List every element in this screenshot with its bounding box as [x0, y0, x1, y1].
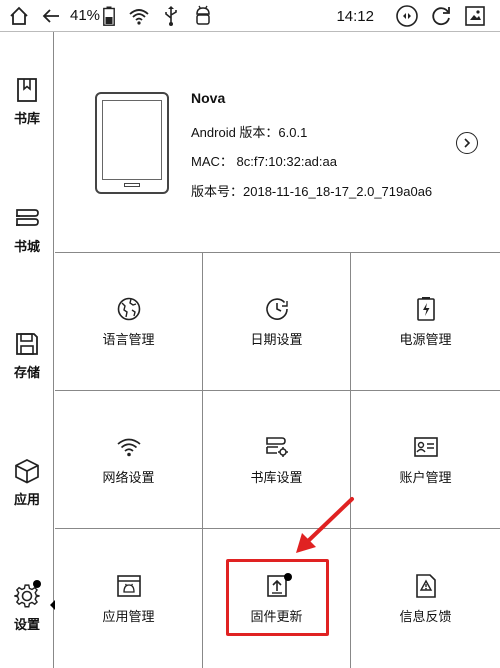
app-management-label: 应用管理: [102, 609, 155, 624]
volume-icon[interactable]: [394, 3, 420, 29]
chevron-right-icon[interactable]: [456, 132, 478, 154]
power-management-label: 电源管理: [399, 332, 452, 347]
sidebar-item-label: 书城: [13, 239, 40, 254]
feedback-label: 信息反馈: [399, 609, 452, 624]
pointer-arrow-icon: [296, 497, 354, 553]
library-icon: [12, 74, 42, 106]
battery-percent: 41%: [70, 7, 101, 24]
library-settings-label: 书库设置: [250, 470, 303, 485]
sidebar-item-label: 书库: [13, 111, 40, 126]
notification-dot: [33, 580, 41, 588]
device-image: [95, 92, 169, 194]
language-icon: [115, 295, 143, 323]
power-icon: [412, 295, 440, 323]
library-settings-icon: [263, 433, 291, 461]
network-settings-button[interactable]: 网络设置: [55, 391, 203, 529]
language-settings-button[interactable]: 语言管理: [55, 253, 203, 391]
storage-icon: [12, 328, 42, 360]
status-bar: 41% 14:12: [0, 0, 500, 32]
date-settings-label: 日期设置: [250, 332, 303, 347]
sidebar-item-bookstore[interactable]: 书城: [0, 202, 54, 272]
battery-icon: [102, 3, 116, 29]
sidebar-item-settings[interactable]: 设置: [0, 580, 55, 650]
android-icon: [190, 3, 216, 29]
power-management-button[interactable]: 电源管理: [351, 253, 500, 391]
screenshot-icon[interactable]: [462, 3, 488, 29]
account-icon: [412, 433, 440, 461]
highlight-box: [226, 559, 329, 636]
app-management-button[interactable]: 应用管理: [55, 529, 203, 668]
app-management-icon: [115, 572, 143, 600]
android-version: Android 版本：6.0.1: [191, 125, 308, 140]
sidebar-item-storage[interactable]: 存储: [0, 328, 54, 398]
feedback-icon: [412, 572, 440, 600]
sidebar-item-label: 设置: [13, 617, 40, 632]
language-settings-label: 语言管理: [102, 332, 155, 347]
sidebar-item-library[interactable]: 书库: [0, 74, 54, 144]
sidebar-item-apps[interactable]: 应用: [0, 455, 54, 525]
home-icon[interactable]: [6, 3, 32, 29]
device-info-panel: Nova Android 版本：6.0.1 MAC： 8c:f7:10:32:a…: [55, 33, 500, 253]
sidebar-item-label: 存储: [13, 365, 40, 380]
network-icon: [115, 433, 143, 461]
date-settings-button[interactable]: 日期设置: [203, 253, 351, 391]
build-number: 版本号：2018-11-16_18-17_2.0_719a0a6: [191, 184, 433, 199]
usb-icon: [158, 3, 184, 29]
mac-address: MAC： 8c:f7:10:32:ad:aa: [191, 154, 337, 169]
date-icon: [263, 295, 291, 323]
wifi-icon: [126, 3, 152, 29]
network-settings-label: 网络设置: [102, 470, 155, 485]
clock: 14:12: [336, 7, 374, 25]
device-name: Nova: [191, 90, 226, 106]
notification-dot: [284, 573, 292, 581]
account-management-label: 账户管理: [399, 470, 452, 485]
bookstore-icon: [12, 202, 42, 234]
sidebar: 书库 书城 存储 应用 设置: [0, 32, 55, 668]
feedback-button[interactable]: 信息反馈: [351, 529, 500, 668]
account-management-button[interactable]: 账户管理: [351, 391, 500, 529]
apps-icon: [12, 455, 42, 487]
sidebar-item-label: 应用: [13, 492, 40, 507]
back-icon[interactable]: [38, 3, 64, 29]
refresh-icon[interactable]: [428, 3, 454, 29]
